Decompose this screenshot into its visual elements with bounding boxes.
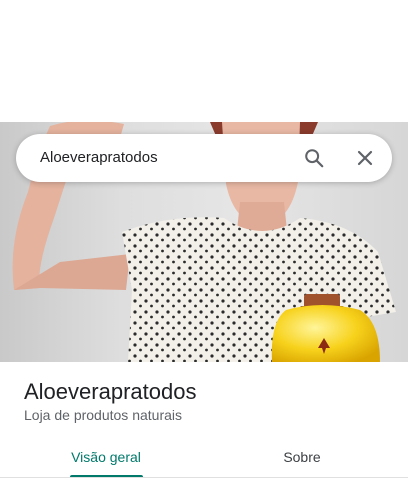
search-input[interactable]: Aloeverapratodos — [40, 149, 158, 166]
search-bar[interactable]: Aloeverapratodos — [16, 134, 392, 182]
place-tabs: Visão geral Sobre — [0, 436, 408, 478]
tabs-divider — [0, 477, 408, 478]
tab-about[interactable]: Sobre — [196, 436, 408, 478]
tab-overview[interactable]: Visão geral — [0, 436, 212, 478]
search-icon[interactable] — [302, 146, 326, 170]
place-title: Aloeverapratodos — [24, 379, 197, 404]
place-category: Loja de produtos naturais — [24, 407, 182, 423]
map-area-blank — [0, 0, 408, 122]
close-icon[interactable] — [353, 146, 377, 170]
